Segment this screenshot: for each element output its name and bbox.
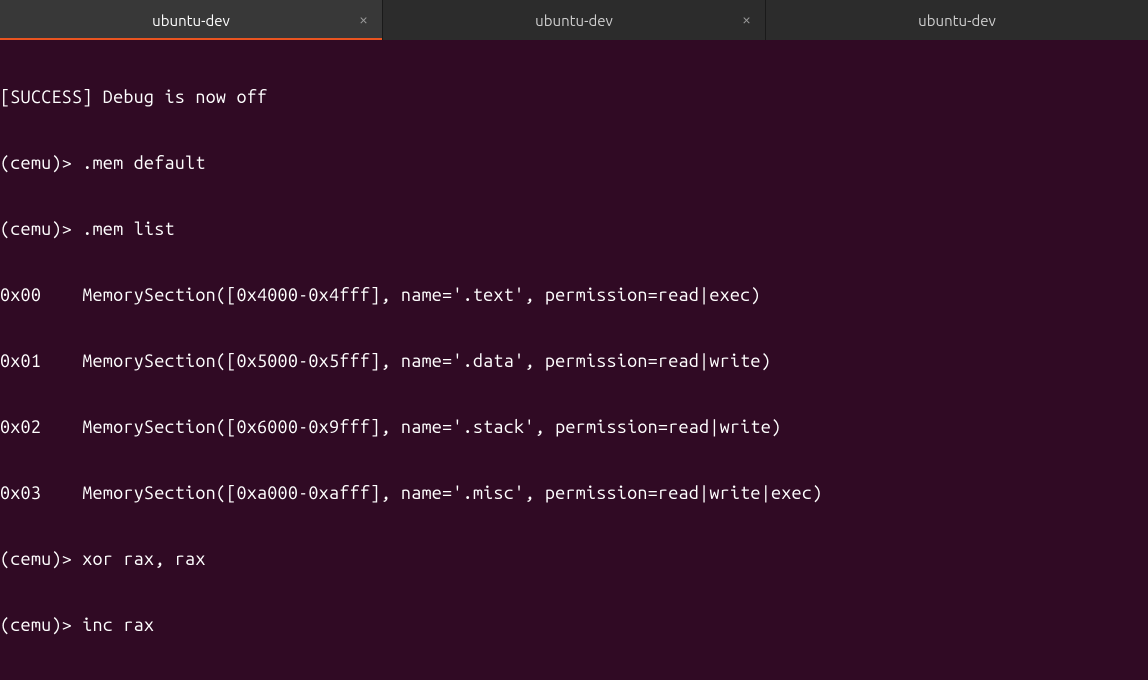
terminal-line: (cemu)> .mem default xyxy=(0,152,1148,174)
terminal-line: 0x00 MemorySection([0x4000-0x4fff], name… xyxy=(0,284,1148,306)
terminal-line: 0x03 MemorySection([0xa000-0xafff], name… xyxy=(0,482,1148,504)
terminal-line: (cemu)> xor rax, rax xyxy=(0,548,1148,570)
terminal-line: [SUCCESS] Debug is now off xyxy=(0,86,1148,108)
tab-1[interactable]: ubuntu-dev × xyxy=(0,0,383,40)
tab-2[interactable]: ubuntu-dev × xyxy=(383,0,766,40)
terminal-window: ubuntu-dev × ubuntu-dev × ubuntu-dev [SU… xyxy=(0,0,1148,680)
tab-label: ubuntu-dev xyxy=(535,12,613,29)
terminal-line: 0x02 MemorySection([0x6000-0x9fff], name… xyxy=(0,416,1148,438)
terminal-line: (cemu)> inc rax xyxy=(0,614,1148,636)
close-icon[interactable]: × xyxy=(742,12,751,28)
terminal-line: (cemu)> .mem list xyxy=(0,218,1148,240)
tab-label: ubuntu-dev xyxy=(918,12,996,29)
tab-bar: ubuntu-dev × ubuntu-dev × ubuntu-dev xyxy=(0,0,1148,40)
terminal-line: 0x01 MemorySection([0x5000-0x5fff], name… xyxy=(0,350,1148,372)
tab-3[interactable]: ubuntu-dev xyxy=(766,0,1148,40)
terminal-viewport[interactable]: [SUCCESS] Debug is now off (cemu)> .mem … xyxy=(0,40,1148,680)
tab-label: ubuntu-dev xyxy=(152,12,230,29)
close-icon[interactable]: × xyxy=(359,12,368,28)
